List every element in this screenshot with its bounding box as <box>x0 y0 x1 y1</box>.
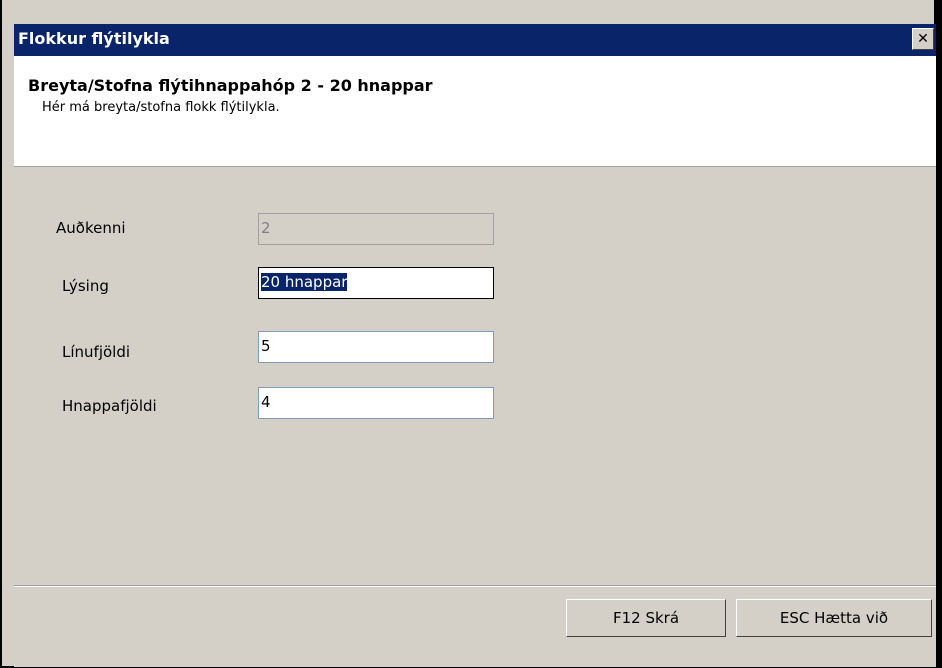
form-body: Auðkenni 2 Lýsing 20 hnappar Línufjöldi … <box>14 167 936 585</box>
rows-label: Línufjöldi <box>62 343 131 361</box>
header-subtitle: Hér má breyta/stofna flokk flýtilykla. <box>42 100 280 115</box>
id-field: 2 <box>258 213 494 245</box>
save-button[interactable]: F12 Skrá <box>566 599 726 637</box>
title-bar[interactable]: Flokkur flýtilykla ✕ <box>14 24 936 56</box>
description-label: Lýsing <box>62 277 109 295</box>
description-field[interactable]: 20 hnappar <box>258 267 494 299</box>
buttons-count-value: 4 <box>261 393 271 411</box>
window-title: Flokkur flýtilykla <box>18 29 170 48</box>
id-label: Auðkenni <box>56 219 126 237</box>
buttons-count-field[interactable]: 4 <box>258 387 494 419</box>
id-value: 2 <box>261 219 271 237</box>
cancel-button[interactable]: ESC Hætta við <box>736 599 932 637</box>
header-title: Breyta/Stofna flýtihnappahóp 2 - 20 hnap… <box>28 76 433 95</box>
dialog-header: Breyta/Stofna flýtihnappahóp 2 - 20 hnap… <box>14 56 936 167</box>
description-value: 20 hnappar <box>261 273 348 291</box>
close-button[interactable]: ✕ <box>912 28 934 50</box>
dialog-window: Flokkur flýtilykla ✕ Breyta/Stofna flýti… <box>0 0 942 668</box>
rows-field[interactable]: 5 <box>258 331 494 363</box>
buttons-count-label: Hnappafjöldi <box>62 397 157 415</box>
close-icon: ✕ <box>917 31 929 47</box>
rows-value: 5 <box>261 337 271 355</box>
dialog-footer: F12 Skrá ESC Hætta við <box>14 586 936 667</box>
